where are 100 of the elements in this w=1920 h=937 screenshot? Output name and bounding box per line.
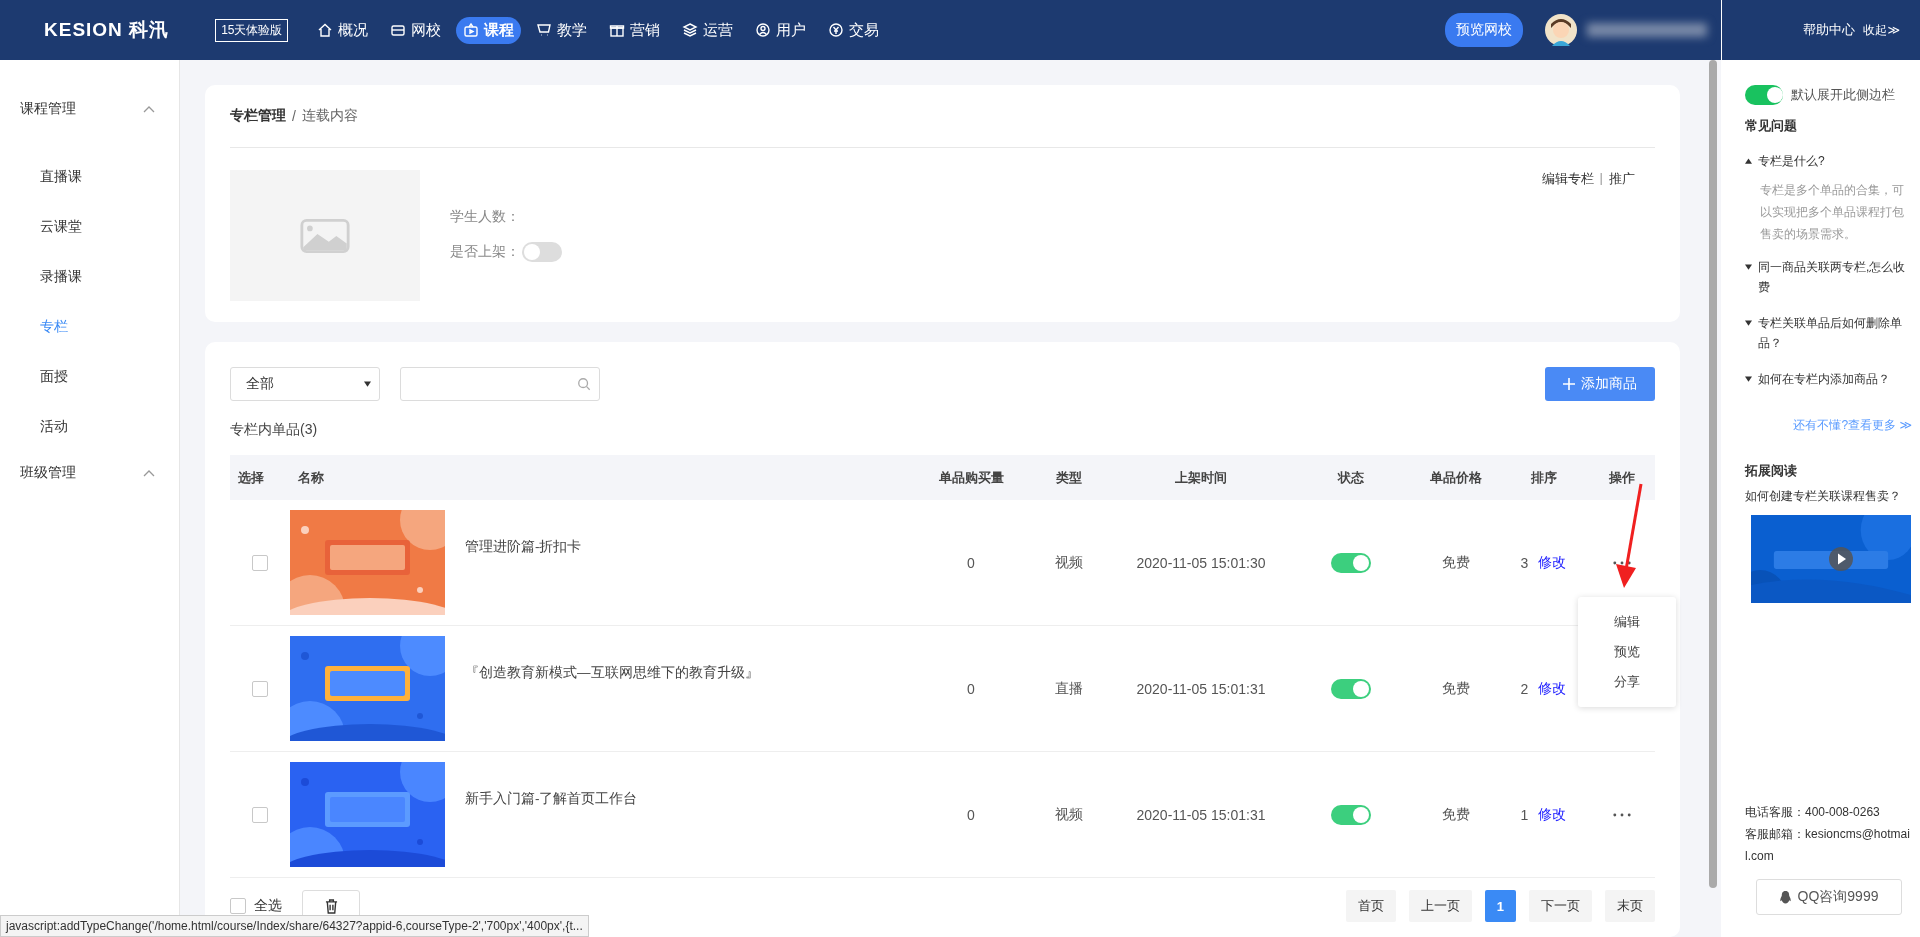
sidebar-group[interactable]: 班级管理 [0,456,179,490]
item-type: 视频 [1053,553,1084,572]
faq-answer: 专栏是多个单品的合集，可以实现把多个单品课程打包售卖的场景需求。 [1760,182,1905,243]
breadcrumb-current: 连载内容 [301,107,358,125]
row-checkbox[interactable] [252,554,268,571]
edit-link[interactable]: 修改 [1538,679,1567,698]
nav-tab[interactable]: 运营 [675,16,741,44]
status-toggle[interactable] [1331,678,1371,699]
sidebar-item[interactable]: 录播课 [0,252,179,302]
email-contact: 客服邮箱：kesioncms@hotmail.com [1745,826,1911,865]
help-center-title: 帮助中心 [1803,21,1856,39]
column-header: 上架时间 [1174,468,1228,487]
image-icon [300,218,350,253]
faq-question[interactable]: 专栏关联单品后如何删除单品？ [1745,305,1912,361]
edit-link[interactable]: 修改 [1538,553,1567,572]
listed-time: 2020-11-05 15:01:31 [1135,806,1267,823]
avatar-icon[interactable] [1545,14,1577,46]
search-field[interactable] [400,367,600,401]
student-count-label: 学生人数： [450,208,521,226]
pagination-button[interactable]: 下一页 [1529,890,1592,922]
trial-badge: 15天体验版 [215,18,289,42]
trash-icon [324,898,338,914]
sort-order: 3 [1520,554,1529,571]
nav-tab[interactable]: 课程 [456,16,522,44]
header-link[interactable]: 编辑专栏 [1541,170,1594,188]
select-all-label: 全选 [254,897,282,915]
scrollbar-thumb[interactable] [1708,60,1717,888]
sidebar-item[interactable]: 直播课 [0,152,179,202]
select-all-checkbox[interactable] [230,898,246,914]
item-type: 直播 [1053,679,1084,698]
column-header: 类型 [1054,468,1083,487]
item-name[interactable]: 管理进阶篇-折扣卡 [465,538,582,556]
sidebar-item[interactable]: 面授 [0,352,179,402]
nav-tab[interactable]: 教学 [529,16,595,44]
status-toggle[interactable] [1331,804,1371,825]
more-icon[interactable] [1613,560,1631,565]
link-separator: | [1599,170,1603,185]
purchase-count: 0 [966,680,976,697]
nav-icon [755,22,772,38]
listed-time: 2020-11-05 15:01:30 [1135,554,1267,571]
sidebar-default-toggle[interactable] [1745,85,1783,105]
column-header: 名称 [297,468,325,487]
menu-item[interactable]: 编辑 [1578,607,1676,637]
item-name[interactable]: 『创造教育新模式—互联网思维下的教育升级』 [465,664,759,682]
more-icon[interactable] [1613,812,1631,817]
sort-order: 2 [1520,680,1529,697]
header-link[interactable]: 推广 [1609,170,1635,188]
pagination-button[interactable]: 上一页 [1408,890,1472,922]
sidebar-item[interactable]: 活动 [0,402,179,452]
nav-icon [390,22,407,38]
collapse-link[interactable]: 收起≫ [1863,21,1900,39]
row-checkbox[interactable] [252,680,268,697]
type-select[interactable]: 全部 [230,367,380,401]
preview-button[interactable]: 预览网校 [1445,13,1523,47]
faq-question[interactable]: 专栏是什么? [1745,143,1912,179]
item-name[interactable]: 新手入门篇-了解首页工作台 [465,790,638,808]
nav-icon [828,22,845,38]
pagination-button[interactable]: 首页 [1345,890,1396,922]
status-url-tooltip: javascript:addTypeChange('/home.html/course/Index/share/64327?appid-6,courseType-2','700px','400px',{t... [0,915,589,937]
column-header: 单品价格 [1429,468,1483,487]
reading-title: 拓展阅读 [1745,462,1798,480]
phone-contact: 电话客服：400-008-0263 [1745,804,1881,821]
qq-button[interactable]: QQ咨询9999 [1755,879,1902,915]
faq-question[interactable]: 同一商品关联两专栏,怎么收费 [1745,249,1912,305]
column-header: 排序 [1529,468,1558,487]
row-checkbox[interactable] [252,806,268,823]
logo[interactable]: KESION 科汛 [44,17,170,43]
nav-icon [609,22,626,38]
nav-tab[interactable]: 交易 [821,16,887,44]
nav-icon [682,22,699,38]
edit-link[interactable]: 修改 [1538,805,1567,824]
menu-item[interactable]: 分享 [1578,667,1676,697]
caret-icon [364,381,371,387]
sidebar-item[interactable]: 云课堂 [0,202,179,252]
reading-link[interactable]: 如何创建专栏关联课程售卖？ [1745,488,1912,505]
nav-icon [536,22,553,38]
faq-question[interactable]: 如何在专栏内添加商品？ [1745,361,1912,397]
sort-order: 1 [1520,806,1529,823]
breadcrumb-separator: / [292,108,296,124]
purchase-count: 0 [966,806,976,823]
sidebar-item[interactable]: 专栏 [0,302,179,352]
play-icon[interactable] [1829,547,1853,571]
listed-toggle[interactable] [522,242,562,262]
column-header: 操作 [1608,468,1636,487]
search-icon [577,377,591,391]
sidebar-group[interactable]: 课程管理 [0,92,179,126]
item-price: 免费 [1441,553,1471,572]
column-header: 状态 [1336,468,1365,487]
status-toggle[interactable] [1331,552,1371,573]
list-title: 专栏内单品(3) [230,421,319,439]
nav-tab[interactable]: 网校 [383,16,449,44]
toggle-label: 默认展开此侧边栏 [1791,86,1895,104]
pagination-button[interactable]: 末页 [1605,890,1655,922]
menu-item[interactable]: 预览 [1578,637,1676,667]
nav-tab[interactable]: 用户 [748,16,814,44]
breadcrumb-link[interactable]: 专栏管理 [230,107,286,125]
plus-icon [1563,378,1575,390]
nav-tab[interactable]: 概况 [310,16,376,44]
column-header: 单品购买量 [937,468,1005,487]
nav-tab[interactable]: 营销 [602,16,668,44]
